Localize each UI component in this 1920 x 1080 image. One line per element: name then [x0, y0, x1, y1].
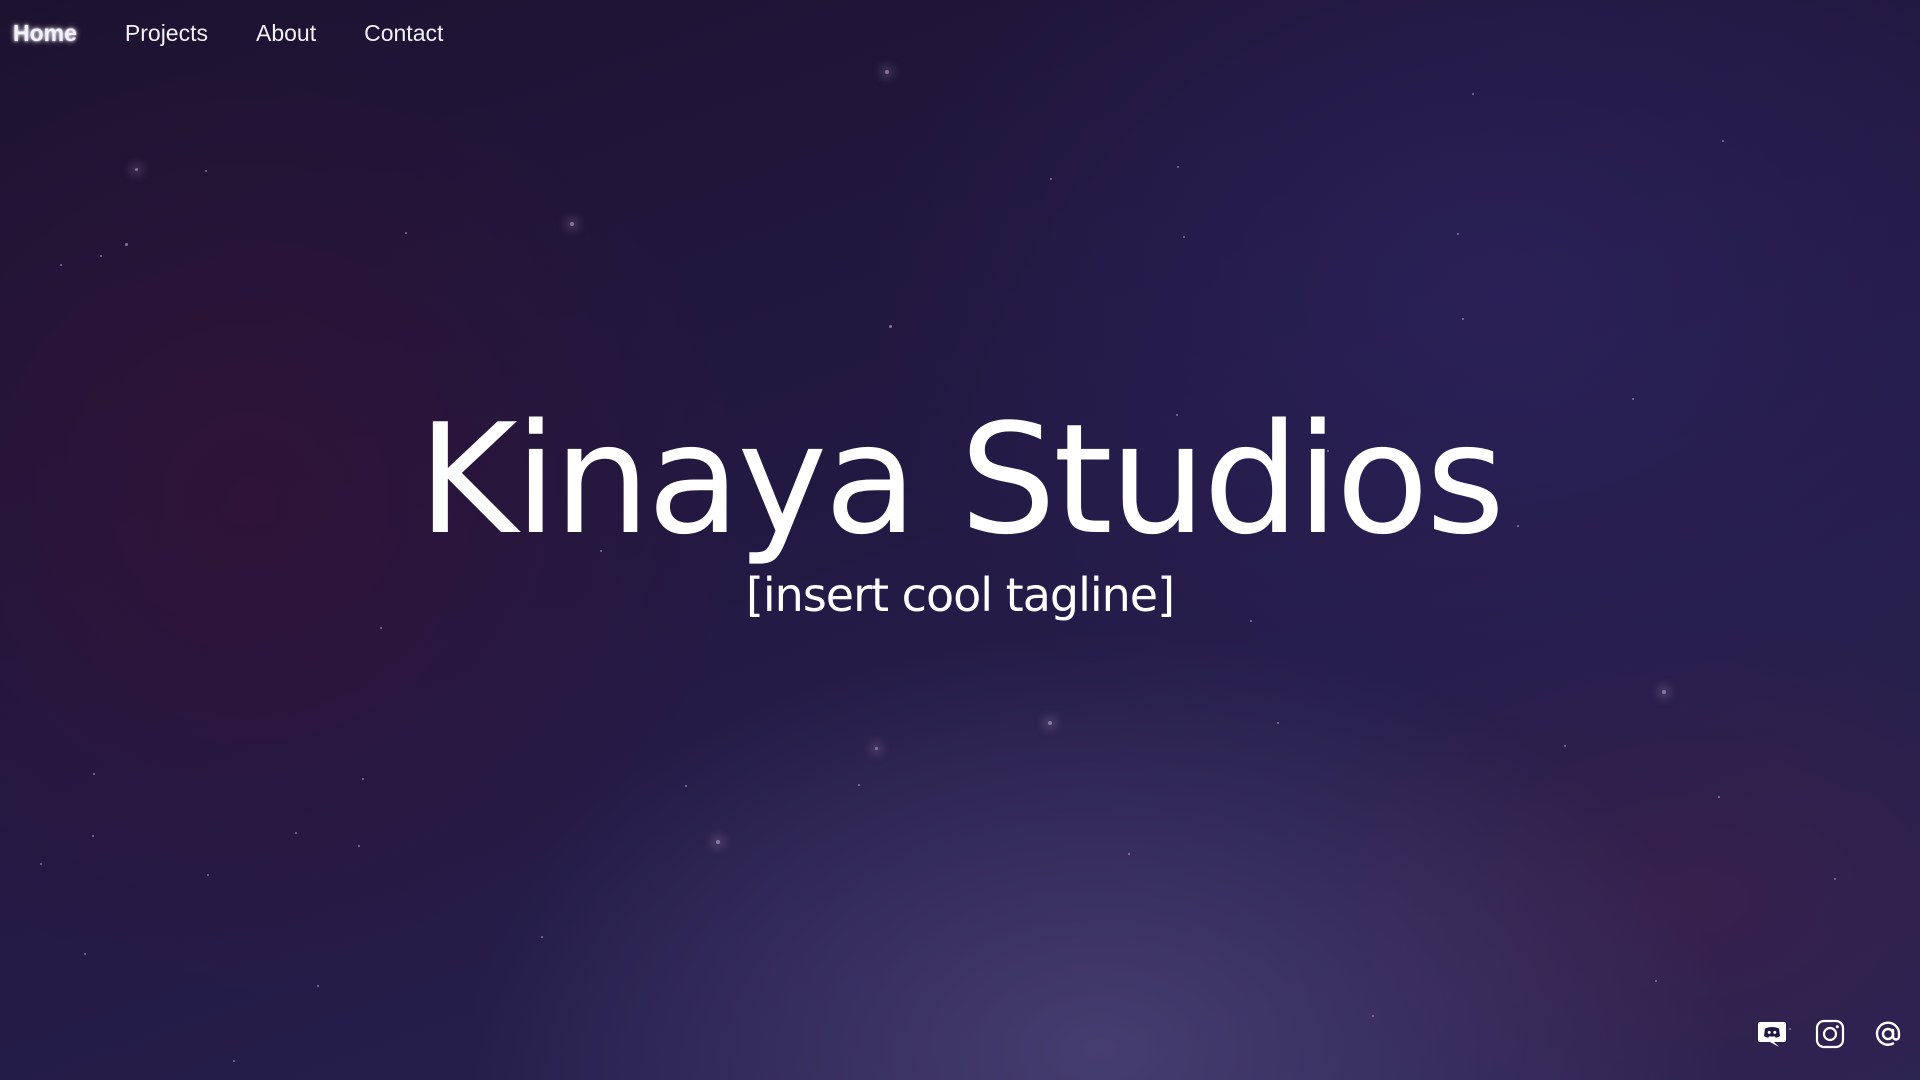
star	[84, 953, 86, 955]
nav-projects[interactable]: Projects	[125, 20, 208, 47]
star	[233, 1060, 235, 1062]
star	[570, 222, 574, 226]
star	[1662, 690, 1666, 694]
star	[1718, 796, 1720, 798]
star	[358, 845, 360, 847]
star	[125, 243, 128, 246]
star	[1372, 1015, 1374, 1017]
star	[40, 863, 42, 865]
star	[92, 835, 94, 837]
star	[295, 832, 297, 834]
star	[135, 168, 138, 171]
at-sign-icon[interactable]	[1870, 1016, 1906, 1052]
star	[1457, 233, 1459, 235]
star	[885, 70, 889, 74]
nav-about[interactable]: About	[256, 20, 316, 47]
star	[205, 170, 207, 172]
star	[405, 232, 407, 234]
hero: Kinaya Studios [insert cool tagline]	[0, 395, 1920, 625]
star	[858, 784, 860, 786]
star	[207, 874, 209, 876]
star	[685, 785, 687, 787]
star	[1128, 853, 1130, 855]
star	[875, 747, 878, 750]
nav-home[interactable]: Home	[13, 20, 77, 47]
star	[1722, 140, 1724, 142]
star	[541, 936, 543, 938]
star	[1564, 745, 1566, 747]
hero-tagline: [insert cool tagline]	[745, 568, 1175, 622]
star	[100, 255, 102, 257]
hero-title: Kinaya Studios	[417, 391, 1505, 568]
star	[1655, 980, 1657, 982]
star	[889, 325, 892, 328]
star	[1048, 721, 1052, 725]
instagram-icon[interactable]	[1812, 1016, 1848, 1052]
star	[362, 778, 364, 780]
star	[1462, 318, 1464, 320]
social-links	[1754, 1016, 1906, 1052]
star	[93, 773, 95, 775]
star	[1834, 878, 1836, 880]
star	[716, 840, 720, 844]
star	[1177, 166, 1179, 168]
top-nav: Home Projects About Contact	[13, 20, 491, 47]
star	[317, 985, 319, 987]
discord-icon[interactable]	[1754, 1016, 1790, 1052]
star	[1050, 178, 1052, 180]
star	[60, 264, 62, 266]
star	[1183, 236, 1185, 238]
star	[380, 627, 382, 629]
star	[1472, 93, 1474, 95]
star	[1277, 722, 1279, 724]
nav-contact[interactable]: Contact	[364, 20, 443, 47]
